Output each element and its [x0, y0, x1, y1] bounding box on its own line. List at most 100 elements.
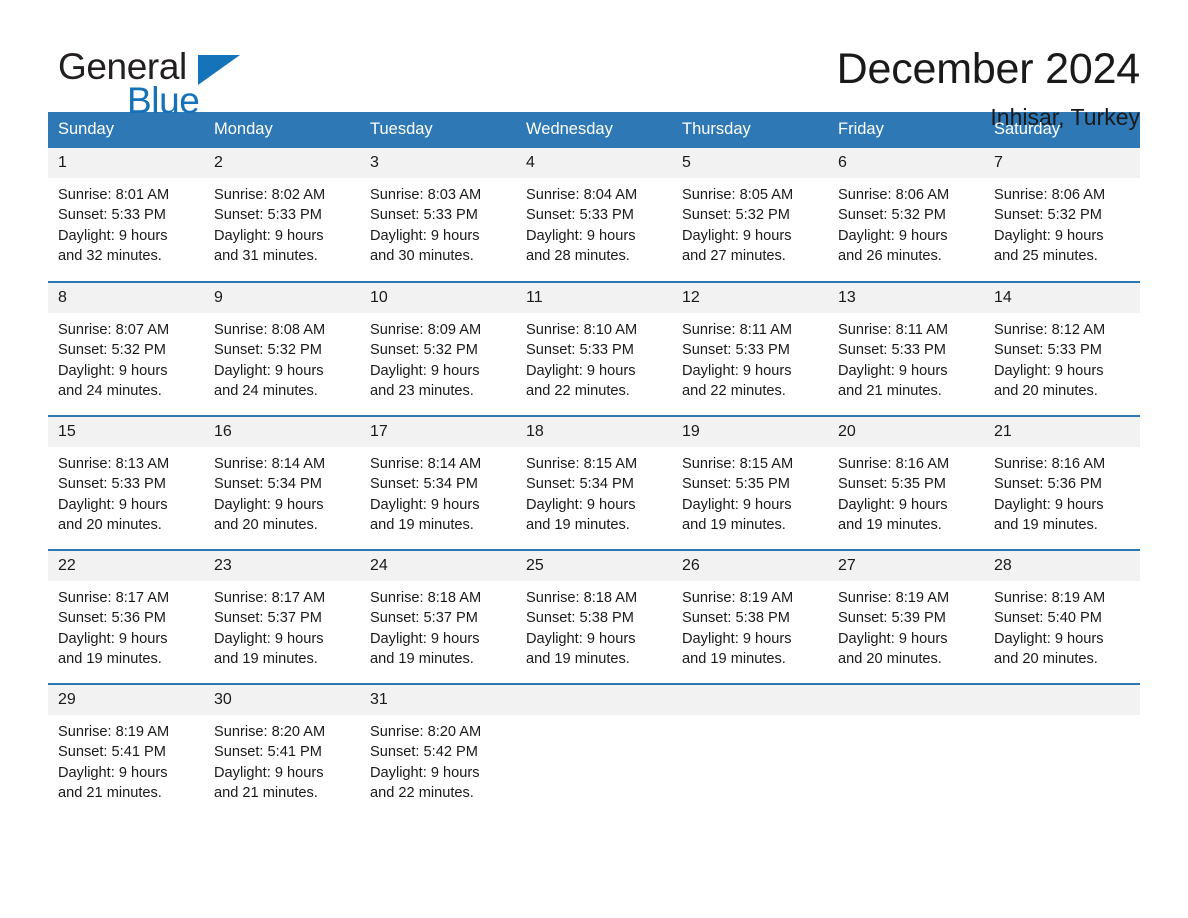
- day-details: Sunrise: 8:04 AM Sunset: 5:33 PM Daylight:…: [516, 178, 672, 266]
- calendar-day-cell[interactable]: 31 Sunrise: 8:20 AM Sunset: 5:42 PM Dayligh…: [360, 683, 516, 818]
- day-details: Sunrise: 8:11 AM Sunset: 5:33 PM Daylight:…: [672, 313, 828, 401]
- sunrise-text: Sunrise: 8:06 AM: [994, 187, 1106, 203]
- calendar-day-cell[interactable]: 7 Sunrise: 8:06 AM Sunset: 5:32 PM Daylight…: [984, 148, 1140, 282]
- day-number: 7: [984, 148, 1140, 178]
- calendar-day-cell[interactable]: 1 Sunrise: 8:01 AM Sunset: 5:33 PM Daylight…: [48, 148, 204, 282]
- sunrise-text: Sunrise: 8:12 AM: [994, 322, 1106, 338]
- daylight-text-line1: Daylight: 9 hours: [58, 227, 168, 244]
- calendar-day-cell[interactable]: 2 Sunrise: 8:02 AM Sunset: 5:33 PM Daylight…: [204, 148, 360, 282]
- calendar-day-cell[interactable]: 6 Sunrise: 8:06 AM Sunset: 5:32 PM Daylight…: [828, 148, 984, 282]
- day-number: 27: [828, 551, 984, 581]
- calendar-day-cell[interactable]: 3 Sunrise: 8:03 AM Sunset: 5:33 PM Daylight…: [360, 148, 516, 282]
- calendar-day-cell[interactable]: 30 Sunrise: 8:20 AM Sunset: 5:41 PM Dayligh…: [204, 683, 360, 818]
- sunrise-text: Sunrise: 8:19 AM: [58, 724, 170, 740]
- calendar-week-row: 29 Sunrise: 8:19 AM Sunset: 5:41 PM Dayligh…: [48, 683, 1140, 818]
- calendar-day-cell[interactable]: 24 Sunrise: 8:18 AM Sunset: 5:37 PM Dayligh…: [360, 549, 516, 684]
- sunrise-text: Sunrise: 8:15 AM: [526, 456, 638, 472]
- calendar-day-cell[interactable]: 12 Sunrise: 8:11 AM Sunset: 5:33 PM Dayligh…: [672, 281, 828, 416]
- daylight-text-line1: Daylight: 9 hours: [994, 227, 1104, 244]
- daylight-text-line1: Daylight: 9 hours: [682, 630, 792, 647]
- day-details: Sunrise: 8:19 AM Sunset: 5:40 PM Daylight:…: [984, 581, 1140, 669]
- sunset-text: Sunset: 5:34 PM: [370, 476, 478, 493]
- daylight-text-line1: Daylight: 9 hours: [58, 362, 168, 379]
- sunrise-text: Sunrise: 8:03 AM: [370, 187, 482, 203]
- sunrise-text: Sunrise: 8:17 AM: [214, 590, 326, 606]
- daylight-text-line2: and 22 minutes.: [526, 382, 630, 399]
- calendar-day-cell[interactable]: 21 Sunrise: 8:16 AM Sunset: 5:36 PM Dayligh…: [984, 415, 1140, 550]
- calendar-day-cell[interactable]: 28 Sunrise: 8:19 AM Sunset: 5:40 PM Dayligh…: [984, 549, 1140, 684]
- calendar-day-cell[interactable]: 26 Sunrise: 8:19 AM Sunset: 5:38 PM Dayligh…: [672, 549, 828, 684]
- daylight-text-line1: Daylight: 9 hours: [214, 496, 324, 513]
- calendar-day-cell[interactable]: 23 Sunrise: 8:17 AM Sunset: 5:37 PM Dayligh…: [204, 549, 360, 684]
- day-details: Sunrise: 8:02 AM Sunset: 5:33 PM Daylight:…: [204, 178, 360, 266]
- sunrise-text: Sunrise: 8:20 AM: [370, 724, 482, 740]
- calendar-day-cell[interactable]: 15 Sunrise: 8:13 AM Sunset: 5:33 PM Dayligh…: [48, 415, 204, 550]
- daylight-text-line1: Daylight: 9 hours: [370, 630, 480, 647]
- day-details: Sunrise: 8:16 AM Sunset: 5:36 PM Daylight:…: [984, 447, 1140, 535]
- daylight-text-line2: and 19 minutes.: [526, 650, 630, 667]
- sunrise-text: Sunrise: 8:19 AM: [682, 590, 794, 606]
- daylight-text-line2: and 19 minutes.: [214, 650, 318, 667]
- daylight-text-line1: Daylight: 9 hours: [58, 496, 168, 513]
- day-number: 28: [984, 551, 1140, 581]
- day-number: 11: [516, 283, 672, 313]
- generalblue-logo[interactable]: General Blue: [48, 44, 348, 119]
- calendar-day-cell[interactable]: 29 Sunrise: 8:19 AM Sunset: 5:41 PM Dayligh…: [48, 683, 204, 818]
- day-details: Sunrise: 8:03 AM Sunset: 5:33 PM Daylight:…: [360, 178, 516, 266]
- sunrise-text: Sunrise: 8:11 AM: [682, 322, 793, 338]
- sunrise-text: Sunrise: 8:13 AM: [58, 456, 170, 472]
- day-details: Sunrise: 8:20 AM Sunset: 5:42 PM Daylight:…: [360, 715, 516, 803]
- day-number: [828, 685, 984, 715]
- calendar-week-row: 22 Sunrise: 8:17 AM Sunset: 5:36 PM Dayligh…: [48, 549, 1140, 684]
- sunrise-text: Sunrise: 8:18 AM: [370, 590, 482, 606]
- day-details: Sunrise: 8:19 AM Sunset: 5:38 PM Daylight:…: [672, 581, 828, 669]
- calendar-day-cell[interactable]: 13 Sunrise: 8:11 AM Sunset: 5:33 PM Dayligh…: [828, 281, 984, 416]
- daylight-text-line2: and 19 minutes.: [370, 650, 474, 667]
- sunrise-text: Sunrise: 8:15 AM: [682, 456, 794, 472]
- calendar-day-cell[interactable]: 4 Sunrise: 8:04 AM Sunset: 5:33 PM Daylight…: [516, 148, 672, 282]
- calendar-day-cell[interactable]: 25 Sunrise: 8:18 AM Sunset: 5:38 PM Dayligh…: [516, 549, 672, 684]
- sunset-text: Sunset: 5:32 PM: [214, 342, 322, 359]
- calendar-day-cell[interactable]: 14 Sunrise: 8:12 AM Sunset: 5:33 PM Dayligh…: [984, 281, 1140, 416]
- weekday-header-monday: Monday: [204, 112, 360, 148]
- day-number: 2: [204, 148, 360, 178]
- day-number: 18: [516, 417, 672, 447]
- day-number: 20: [828, 417, 984, 447]
- sunrise-text: Sunrise: 8:19 AM: [994, 590, 1106, 606]
- calendar-day-cell[interactable]: 17 Sunrise: 8:14 AM Sunset: 5:34 PM Dayligh…: [360, 415, 516, 550]
- daylight-text-line1: Daylight: 9 hours: [838, 227, 948, 244]
- daylight-text-line1: Daylight: 9 hours: [682, 227, 792, 244]
- calendar-day-cell[interactable]: 10 Sunrise: 8:09 AM Sunset: 5:32 PM Dayligh…: [360, 281, 516, 416]
- day-details: Sunrise: 8:11 AM Sunset: 5:33 PM Daylight:…: [828, 313, 984, 401]
- calendar-day-cell[interactable]: 20 Sunrise: 8:16 AM Sunset: 5:35 PM Dayligh…: [828, 415, 984, 550]
- calendar-day-cell[interactable]: 19 Sunrise: 8:15 AM Sunset: 5:35 PM Dayligh…: [672, 415, 828, 550]
- calendar-day-cell[interactable]: 8 Sunrise: 8:07 AM Sunset: 5:32 PM Daylight…: [48, 281, 204, 416]
- sunrise-text: Sunrise: 8:17 AM: [58, 590, 170, 606]
- daylight-text-line2: and 20 minutes.: [994, 650, 1098, 667]
- calendar-body: 1 Sunrise: 8:01 AM Sunset: 5:33 PM Daylight…: [48, 148, 1140, 818]
- calendar-day-cell[interactable]: 9 Sunrise: 8:08 AM Sunset: 5:32 PM Daylight…: [204, 281, 360, 416]
- sunset-text: Sunset: 5:41 PM: [58, 744, 166, 761]
- day-details: Sunrise: 8:06 AM Sunset: 5:32 PM Daylight:…: [828, 178, 984, 266]
- sunrise-text: Sunrise: 8:18 AM: [526, 590, 638, 606]
- calendar-day-cell[interactable]: 27 Sunrise: 8:19 AM Sunset: 5:39 PM Dayligh…: [828, 549, 984, 684]
- daylight-text-line1: Daylight: 9 hours: [526, 227, 636, 244]
- calendar-day-cell[interactable]: 5 Sunrise: 8:05 AM Sunset: 5:32 PM Daylight…: [672, 148, 828, 282]
- sunset-text: Sunset: 5:33 PM: [526, 207, 634, 224]
- day-details: Sunrise: 8:15 AM Sunset: 5:34 PM Daylight:…: [516, 447, 672, 535]
- day-number: 22: [48, 551, 204, 581]
- sunrise-text: Sunrise: 8:19 AM: [838, 590, 950, 606]
- day-number: [516, 685, 672, 715]
- calendar-day-cell[interactable]: 18 Sunrise: 8:15 AM Sunset: 5:34 PM Dayligh…: [516, 415, 672, 550]
- sunrise-text: Sunrise: 8:10 AM: [526, 322, 638, 338]
- calendar-day-cell[interactable]: 11 Sunrise: 8:10 AM Sunset: 5:33 PM Dayligh…: [516, 281, 672, 416]
- daylight-text-line1: Daylight: 9 hours: [370, 362, 480, 379]
- calendar-day-cell[interactable]: 22 Sunrise: 8:17 AM Sunset: 5:36 PM Dayligh…: [48, 549, 204, 684]
- day-details: Sunrise: 8:18 AM Sunset: 5:38 PM Daylight:…: [516, 581, 672, 669]
- day-number: 26: [672, 551, 828, 581]
- day-details: Sunrise: 8:13 AM Sunset: 5:33 PM Daylight:…: [48, 447, 204, 535]
- daylight-text-line1: Daylight: 9 hours: [214, 362, 324, 379]
- calendar-day-cell[interactable]: 16 Sunrise: 8:14 AM Sunset: 5:34 PM Dayligh…: [204, 415, 360, 550]
- sunset-text: Sunset: 5:33 PM: [58, 207, 166, 224]
- daylight-text-line1: Daylight: 9 hours: [370, 764, 480, 781]
